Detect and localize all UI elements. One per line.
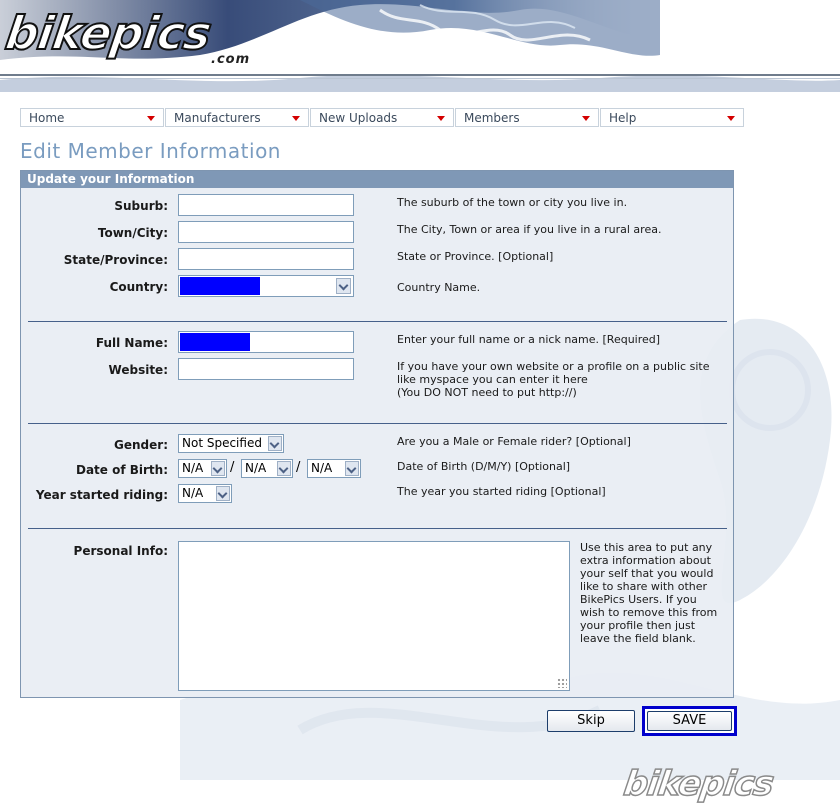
suburb-label: Suburb: [114, 199, 168, 213]
country-select[interactable] [178, 275, 354, 297]
update-info-panel: Update your Information Suburb: The subu… [20, 170, 734, 698]
town-label: Town/City: [97, 226, 168, 240]
personal-info-hint-6: wish to remove this from [580, 606, 718, 619]
chevron-down-icon[interactable] [216, 486, 230, 501]
country-hint: Country Name. [397, 281, 481, 294]
chevron-down-icon[interactable] [336, 278, 351, 294]
town-input[interactable] [178, 221, 354, 243]
logo-suffix: .com [211, 52, 251, 67]
nav-item-label: Members [464, 111, 520, 125]
nav-item-label: New Uploads [319, 111, 398, 125]
dob-year-select[interactable]: N/A [307, 459, 361, 478]
date-separator: / [296, 460, 301, 475]
chevron-down-icon[interactable] [268, 436, 282, 451]
dob-month-select[interactable]: N/A [241, 459, 293, 478]
fullname-label: Full Name: [95, 336, 168, 350]
dropdown-arrow-icon [437, 116, 445, 121]
skip-button[interactable]: Skip [547, 710, 635, 732]
section-divider [28, 528, 727, 529]
site-logo[interactable]: bikepics .com [1, 5, 249, 67]
suburb-hint: The suburb of the town or city you live … [397, 196, 628, 209]
resize-grip-icon[interactable] [557, 678, 567, 688]
personal-info-hint-4: like to share with other [580, 580, 708, 593]
personal-info-hint-5: BikePics Users. If you [580, 593, 697, 606]
nav-item-help[interactable]: Help [600, 108, 744, 127]
gender-value: Not Specified [182, 436, 262, 450]
date-separator: / [230, 460, 235, 475]
personal-info-hint-3: your self that you would [580, 567, 714, 580]
page-title: Edit Member Information [20, 139, 281, 163]
dropdown-arrow-icon [147, 116, 155, 121]
suburb-input[interactable] [178, 194, 354, 216]
personal-info-hint-2: extra information about [580, 554, 711, 567]
chevron-down-icon[interactable] [345, 461, 359, 476]
country-label: Country: [109, 280, 168, 294]
fullname-input[interactable] [178, 331, 354, 353]
website-hint-line2: like myspace you can enter it here [397, 373, 588, 386]
nav-item-home[interactable]: Home [20, 108, 164, 127]
logo-wordmark: bikepics [1, 5, 215, 61]
gender-label: Gender: [114, 438, 168, 452]
dropdown-arrow-icon [292, 116, 300, 121]
dob-year-value: N/A [311, 461, 333, 475]
nav-item-manufacturers[interactable]: Manufacturers [165, 108, 309, 127]
dropdown-arrow-icon [727, 116, 735, 121]
site-header: bikepics .com [0, 0, 840, 92]
dob-day-value: N/A [182, 461, 204, 475]
personal-info-hint-7: your profile then just [580, 619, 696, 632]
dropdown-arrow-icon [582, 116, 590, 121]
nav-item-label: Home [29, 111, 65, 125]
state-label: State/Province: [63, 253, 168, 267]
personal-info-label: Personal Info: [73, 544, 168, 558]
nav-item-members[interactable]: Members [455, 108, 599, 127]
year-started-select[interactable]: N/A [178, 484, 232, 503]
personal-info-textarea[interactable] [178, 541, 570, 691]
header-divider-light [0, 78, 840, 79]
dob-month-value: N/A [245, 461, 267, 475]
fullname-selection-highlight [180, 333, 250, 351]
fullname-hint: Enter your full name or a nick name. [Re… [397, 333, 661, 346]
year-started-hint: The year you started riding [Optional] [397, 485, 606, 498]
website-hint-line3: (You DO NOT need to put http://) [397, 386, 577, 399]
dob-day-select[interactable]: N/A [178, 459, 227, 478]
nav-item-label: Help [609, 111, 637, 125]
state-input[interactable] [178, 248, 354, 270]
section-divider [28, 321, 727, 322]
year-started-value: N/A [182, 486, 204, 500]
chevron-down-icon[interactable] [277, 461, 291, 476]
gender-select[interactable]: Not Specified [178, 434, 284, 453]
year-started-label: Year started riding: [35, 488, 168, 502]
country-selection-highlight [180, 277, 260, 295]
website-hint-line1: If you have your own website or a profil… [397, 360, 710, 373]
footer-logo: bikepics [620, 763, 776, 805]
nav-item-label: Manufacturers [174, 111, 261, 125]
website-label: Website: [108, 363, 168, 377]
chevron-down-icon[interactable] [211, 461, 225, 476]
section-divider [28, 423, 727, 424]
save-button[interactable]: SAVE [647, 711, 732, 731]
gender-hint: Are you a Male or Female rider? [Optiona… [397, 435, 631, 448]
dob-hint: Date of Birth (D/M/Y) [Optional] [397, 460, 571, 473]
header-divider [0, 74, 840, 76]
panel-heading: Update your Information [21, 171, 733, 188]
save-button-focus-ring: SAVE [642, 706, 737, 736]
website-input[interactable] [178, 358, 354, 380]
personal-info-hint-1: Use this area to put any [580, 541, 713, 554]
personal-info-hint-8: leave the field blank. [580, 632, 696, 645]
state-hint: State or Province. [Optional] [397, 250, 554, 263]
nav-item-new-uploads[interactable]: New Uploads [310, 108, 454, 127]
dob-label: Date of Birth: [75, 463, 168, 477]
main-nav: Home Manufacturers New Uploads Members H… [20, 108, 745, 129]
town-hint: The City, Town or area if you live in a … [397, 223, 662, 236]
